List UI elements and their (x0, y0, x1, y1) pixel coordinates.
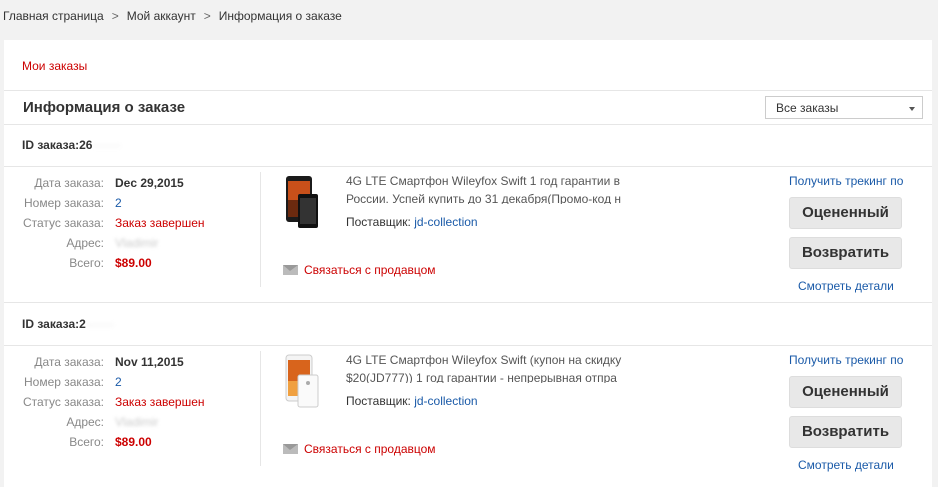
order-filter-value: Все заказы (776, 101, 839, 115)
order-status: Заказ завершен (115, 395, 205, 409)
order-status-label: Статус заказа: (22, 395, 104, 409)
order-number-link[interactable]: 2 (115, 375, 122, 389)
breadcrumb-account[interactable]: Мой аккаунт (127, 9, 196, 23)
breadcrumb-current: Информация о заказе (218, 9, 342, 23)
order-number-label: Номер заказа: (23, 375, 104, 389)
breadcrumb: Главная страница > Мой аккаунт > Информация … (3, 9, 342, 23)
order-status: Заказ завершен (115, 216, 205, 230)
order-date: Nov 11,2015 (115, 355, 184, 369)
order-date: Dec 29,2015 (115, 176, 184, 190)
breadcrumb-separator: > (111, 9, 119, 23)
breadcrumb-home[interactable]: Главная страница (3, 9, 104, 23)
view-details-link[interactable]: Смотреть детали (798, 279, 894, 293)
tracking-link[interactable]: Получить трекинг по (789, 174, 903, 188)
order-id: ID заказа:26······· (22, 138, 120, 152)
order-id-value: 2 (79, 317, 86, 331)
rated-button[interactable]: Оцененный (789, 376, 902, 408)
order-id: ID заказа:2······· (22, 317, 114, 331)
view-details-link[interactable]: Смотреть детали (798, 458, 894, 472)
supplier: Поставщик: jd-collection (346, 215, 478, 229)
supplier-label: Поставщик: (346, 394, 411, 408)
chevron-down-icon (909, 107, 915, 111)
order-id-label: ID заказа: (22, 138, 80, 152)
product-thumbnail[interactable] (280, 353, 320, 413)
order-id-hidden: ······· (92, 138, 121, 152)
divider (4, 166, 932, 167)
order-address-label: Адрес: (66, 415, 104, 429)
contact-seller-link[interactable]: Связаться с продавцом (283, 263, 436, 277)
page-title: Информация о заказе (23, 99, 186, 116)
order-id-hidden: ······· (85, 317, 114, 331)
mail-icon (283, 444, 298, 454)
mail-icon (283, 265, 298, 275)
my-orders-link[interactable]: Мои заказы (22, 59, 87, 73)
order-address-label: Адрес: (66, 236, 104, 250)
divider (4, 302, 932, 303)
supplier-link[interactable]: jd-collection (414, 394, 477, 408)
order-total-label: Всего: (69, 256, 104, 270)
order-total: $89.00 (115, 435, 152, 449)
column-divider (260, 351, 261, 466)
column-divider (260, 172, 261, 287)
order-card: Дата заказа: Nov 11,2015 Номер заказа: 2… (4, 347, 932, 477)
product-title-link[interactable]: 4G LTE Смартфон Wileyfox Swift (купон на… (346, 351, 628, 383)
supplier-link[interactable]: jd-collection (414, 215, 477, 229)
return-button[interactable]: Возвратить (789, 416, 902, 448)
order-panel: Мои заказы Информация о заказе Все заказ… (4, 40, 932, 487)
breadcrumb-separator: > (203, 9, 211, 23)
divider (4, 345, 932, 346)
order-number-link[interactable]: 2 (115, 196, 122, 210)
order-date-label: Дата заказа: (34, 176, 104, 190)
order-address: Vladimir (115, 236, 159, 250)
order-card: Дата заказа: Dec 29,2015 Номер заказа: 2… (4, 168, 932, 298)
divider (4, 90, 932, 91)
product-thumbnail[interactable] (280, 174, 320, 234)
supplier-label: Поставщик: (346, 215, 411, 229)
contact-seller-link[interactable]: Связаться с продавцом (283, 442, 436, 456)
tracking-link[interactable]: Получить трекинг по (789, 353, 903, 367)
order-address: Vladimir (115, 415, 159, 429)
contact-seller-label: Связаться с продавцом (304, 442, 436, 456)
order-id-value: 26 (79, 138, 93, 152)
contact-seller-label: Связаться с продавцом (304, 263, 436, 277)
order-id-label: ID заказа: (22, 317, 80, 331)
divider (4, 124, 932, 125)
order-date-label: Дата заказа: (34, 355, 104, 369)
order-status-label: Статус заказа: (22, 216, 104, 230)
order-total-label: Всего: (69, 435, 104, 449)
product-title-link[interactable]: 4G LTE Смартфон Wileyfox Swift 1 год гар… (346, 172, 628, 204)
rated-button[interactable]: Оцененный (789, 197, 902, 229)
return-button[interactable]: Возвратить (789, 237, 902, 269)
order-filter-select[interactable]: Все заказы (765, 96, 923, 119)
order-number-label: Номер заказа: (23, 196, 104, 210)
order-total: $89.00 (115, 256, 152, 270)
supplier: Поставщик: jd-collection (346, 394, 478, 408)
